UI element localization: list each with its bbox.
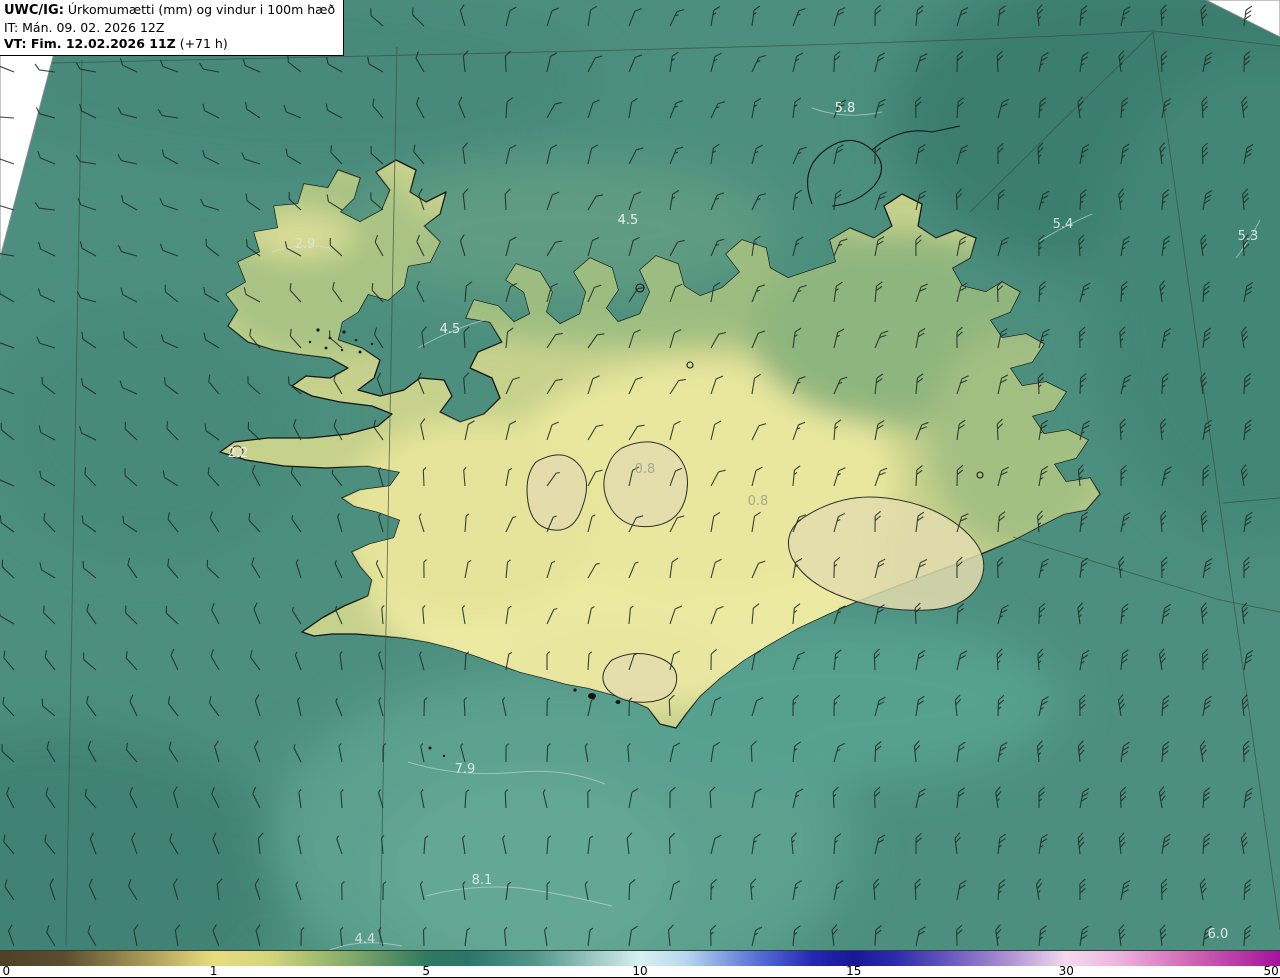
colorbar-tick: 30 (1058, 964, 1074, 978)
colorbar-tick: 1 (209, 964, 218, 978)
contour-label: 0.8 (748, 494, 769, 509)
contour-label: 0.8 (635, 462, 656, 477)
map-title-line: UWC/IG: Úrkomumætti (mm) og vindur i 100… (4, 2, 335, 20)
contour-label: 5.8 (835, 101, 856, 116)
contour-label: 2.2 (228, 446, 249, 461)
contour-label: 4.4 (355, 932, 376, 947)
valid-time-line: VT: Fim. 12.02.2026 11Z (+71 h) (4, 36, 335, 52)
title-box: UWC/IG: Úrkomumætti (mm) og vindur i 100… (0, 0, 345, 56)
weather-map-screen: 5.8 4.5 2.9 4.5 5.4 5.3 2.2 0.8 0.8 7.9 8.1 4.4 6.0 … (0, 0, 1280, 978)
glacier-hofsjokull (603, 441, 688, 528)
colorbar-tick: 5 (422, 964, 431, 978)
colorbar-tick-labels: 0 1 5 10 15 30 50 (0, 964, 1280, 978)
contour-label: 5.4 (1053, 217, 1074, 232)
contour-label: 4.5 (440, 322, 461, 337)
contour-label: 8.1 (472, 873, 493, 888)
colorbar-tick: 15 (846, 964, 862, 978)
contour-label: 6.0 (1208, 927, 1229, 942)
model-name: UWC/IG: (4, 3, 64, 18)
colorbar-tick: 10 (632, 964, 648, 978)
lead-time: (+71 h) (175, 35, 228, 51)
colorbar-tick: 0 (2, 964, 11, 978)
contour-label: 7.9 (455, 762, 476, 777)
glacier-myrdalsjokull (602, 653, 678, 703)
colorbar-tick: 50 (1263, 964, 1279, 978)
contour-label: 4.5 (618, 213, 639, 228)
map-title: Úrkomumætti (mm) og vindur i 100m hæð (63, 2, 336, 17)
contour-label: 5.3 (1238, 229, 1259, 244)
weather-map: 5.8 4.5 2.9 4.5 5.4 5.3 2.2 0.8 0.8 7.9 8.1 4.4 6.0 (0, 0, 1280, 950)
valid-time: VT: Fim. 12.02.2026 11Z (4, 35, 176, 51)
init-time-line: IT: Mán. 09. 02. 2026 12Z (4, 19, 165, 35)
contour-label: 2.9 (295, 237, 316, 252)
